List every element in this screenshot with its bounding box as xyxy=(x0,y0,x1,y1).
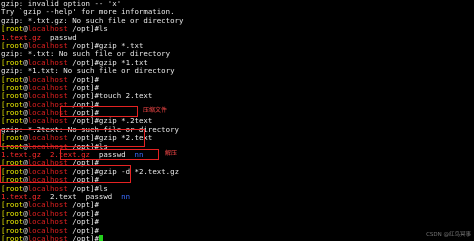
highlight-box-ls-result xyxy=(0,129,145,147)
highlight-box-compress xyxy=(60,106,138,117)
prompt-user: root xyxy=(5,233,24,241)
directory-name: nn xyxy=(121,191,131,201)
prompt-symbol: ]# xyxy=(90,24,99,34)
prompt-symbol: ]# xyxy=(90,233,99,241)
command-text: touch 2.text xyxy=(98,91,153,101)
annotation-compress: 压缩文件 xyxy=(143,107,168,114)
terminal-window[interactable]: gzip: invalid option -- 'x' Try `gzip --h… xyxy=(0,0,474,241)
annotation-decompress: 解压 xyxy=(165,150,178,157)
prompt-dir: /opt xyxy=(67,233,91,241)
cursor-block[interactable] xyxy=(98,234,104,241)
prompt-host: localhost xyxy=(27,233,68,241)
watermark: CSDN @红鸟冥事 xyxy=(426,231,471,238)
highlight-box-ls-final xyxy=(0,165,131,183)
terminal-line: [root@localhost /opt]# xyxy=(1,233,474,241)
highlight-box-decompress xyxy=(60,149,159,160)
terminal-output: gzip: invalid option -- 'x' Try `gzip --h… xyxy=(1,0,474,241)
command-text: ls xyxy=(98,24,108,34)
